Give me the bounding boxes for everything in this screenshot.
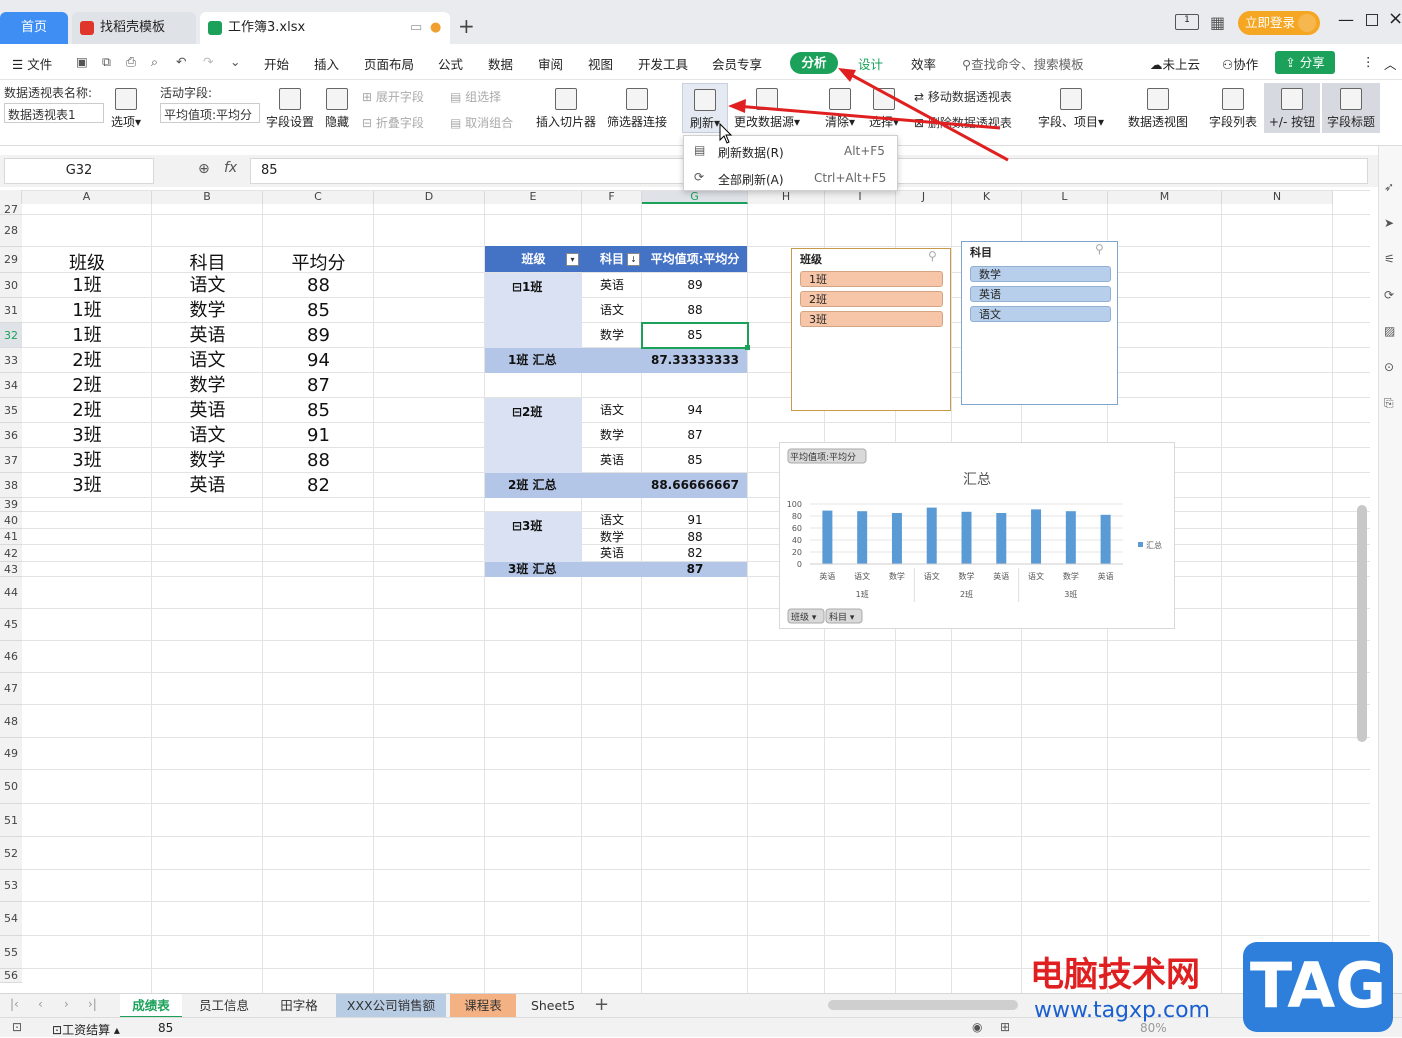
watermark-logo: TAG — [1243, 942, 1393, 1032]
status-value: 85 — [158, 1021, 174, 1035]
pointer-icon[interactable]: ➤ — [1384, 216, 1394, 230]
last-sheet-icon[interactable]: ›| — [88, 997, 97, 1011]
next-sheet-icon[interactable]: › — [64, 997, 69, 1011]
sheet-tab[interactable]: Sheet5 — [520, 994, 586, 1018]
arrow-to-refresh — [735, 104, 1001, 130]
sheet-tab[interactable]: 员工信息 — [186, 994, 262, 1018]
location-icon[interactable]: ⊙ — [1384, 360, 1394, 374]
sheet-tab[interactable]: 成绩表 — [120, 994, 182, 1018]
arrowhead — [728, 99, 746, 113]
format-icon[interactable]: ⟳ — [1384, 288, 1394, 302]
sheet-tab[interactable]: 田字格 — [266, 994, 332, 1018]
annotation-arrows — [719, 68, 1009, 162]
horizontal-scrollbar-thumb[interactable] — [828, 1000, 1018, 1010]
mouse-cursor-icon — [719, 122, 733, 144]
lock-icon: ⊡ — [52, 1023, 63, 1037]
first-sheet-icon[interactable]: |‹ — [10, 997, 19, 1011]
status-mode[interactable]: ⊡工资结算 ▴ — [52, 1021, 120, 1038]
add-sheet-button[interactable]: + — [594, 994, 609, 1015]
sliders-icon[interactable]: ⚟ — [1384, 252, 1395, 266]
image-icon[interactable]: ▨ — [1384, 324, 1395, 338]
arrowhead — [838, 68, 856, 82]
prev-sheet-icon[interactable]: ‹ — [38, 997, 43, 1011]
rocket-icon[interactable]: ➶ — [1384, 180, 1394, 194]
right-side-panel: ➶ ➤ ⚟ ⟳ ▨ ⊙ ⎘ — [1378, 146, 1402, 993]
watermark-brand: 电脑技术网 — [1030, 955, 1200, 995]
book-icon[interactable]: ⎘ — [1384, 396, 1394, 411]
sheet-tab[interactable]: XXX公司销售额 — [336, 994, 446, 1018]
sheet-tab[interactable]: 课程表 — [450, 994, 516, 1018]
watermark-url: www.tagxp.com — [1034, 998, 1210, 1023]
macro-icon[interactable]: ⊡ — [12, 1020, 22, 1034]
eye-icon[interactable]: ◉ — [972, 1020, 982, 1034]
zoom-level[interactable]: 80% — [1140, 1021, 1167, 1035]
cell-icon[interactable]: ⊞ — [1000, 1020, 1010, 1034]
vertical-scrollbar-thumb[interactable] — [1357, 505, 1367, 742]
